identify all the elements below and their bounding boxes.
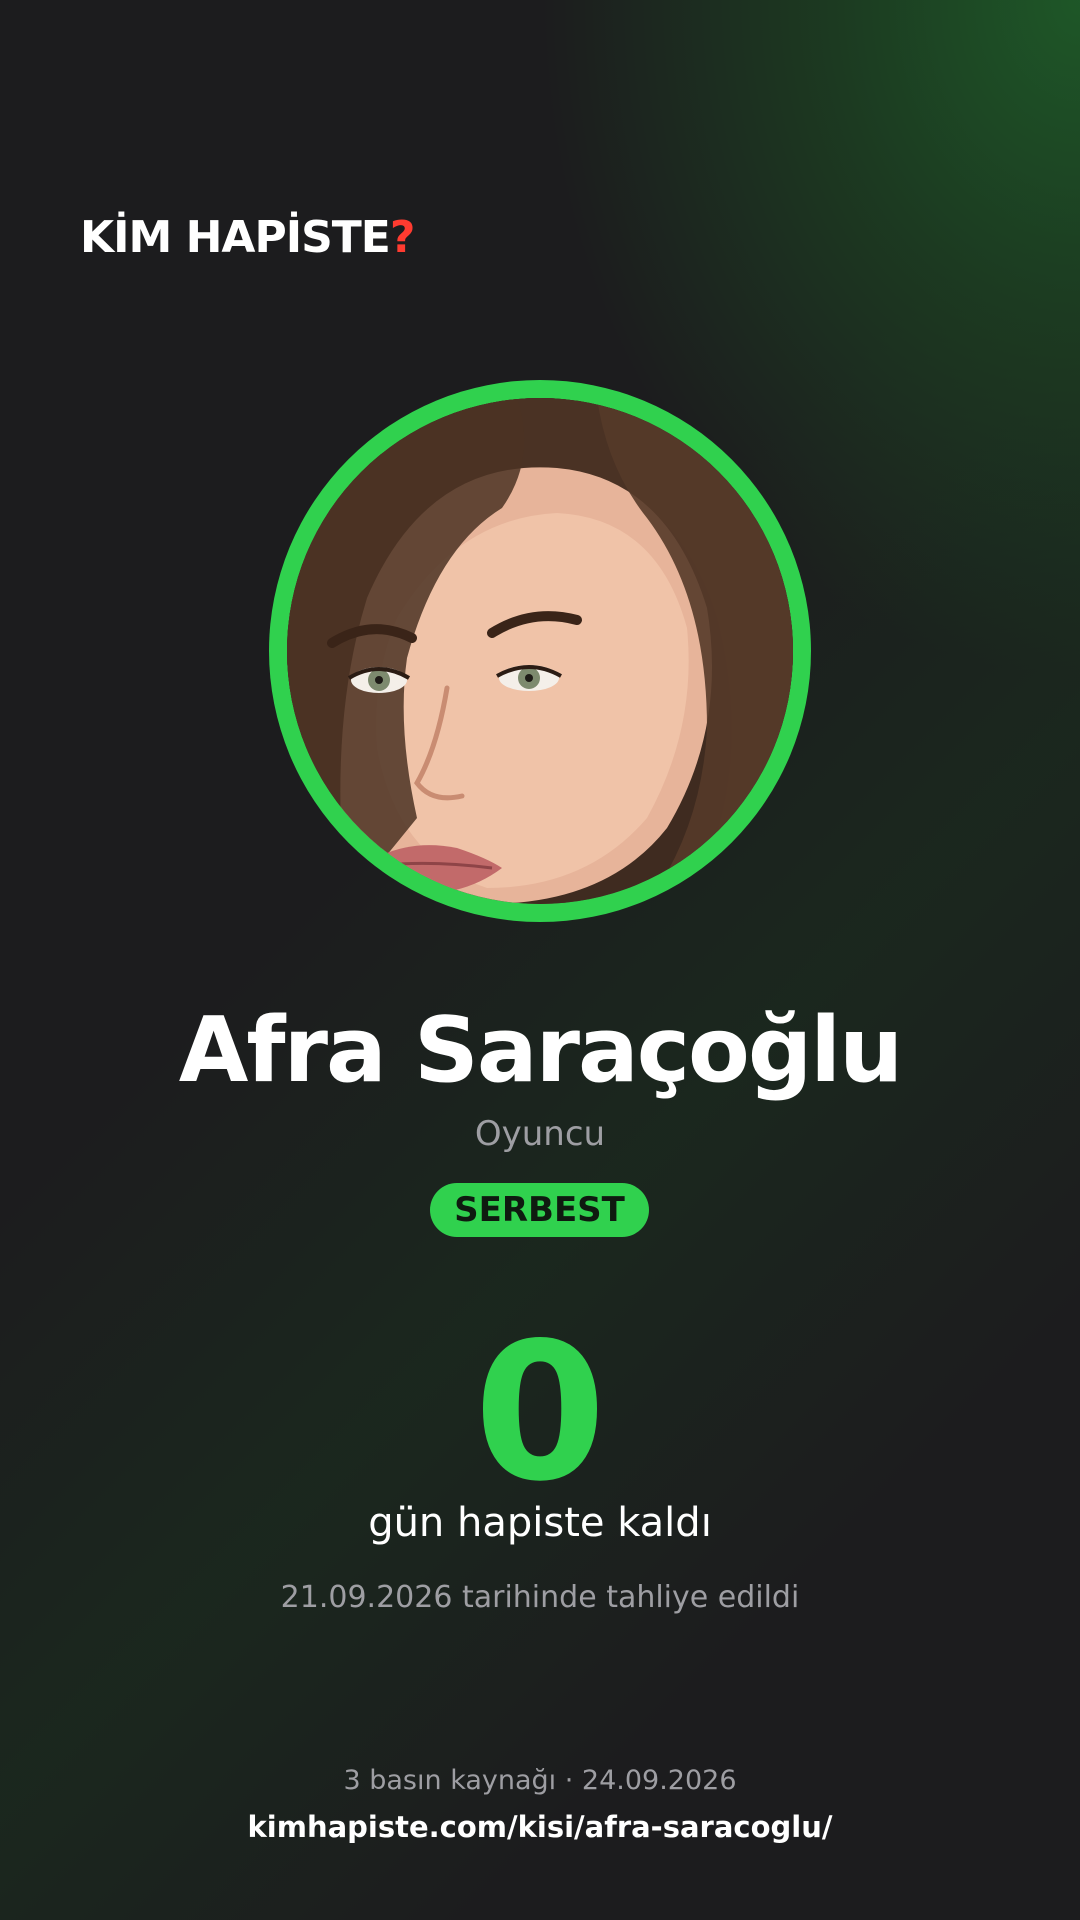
background-glow [0,0,1080,1920]
person-name: Afra Saraçoğlu [178,998,903,1103]
days-counter: 0 [473,1302,607,1523]
logo-question-mark: ? [389,212,416,263]
avatar [287,398,793,904]
profile-url-link[interactable]: kimhapiste.com/kisi/afra-saracoglu/ [0,1810,1080,1844]
days-label: gün hapiste kaldı [368,1500,712,1546]
portrait-photo-icon [287,398,793,904]
brand-logo[interactable]: KİM HAPİSTE? [80,212,416,263]
status-badge: SERBEST [430,1183,649,1237]
sources-info: 3 basın kaynağı · 24.09.2026 [343,1765,737,1796]
person-role: Oyuncu [474,1114,606,1154]
avatar-ring [269,380,811,922]
release-note: 21.09.2026 tarihinde tahliye edildi [280,1580,800,1615]
logo-text: KİM HAPİSTE [80,212,391,263]
